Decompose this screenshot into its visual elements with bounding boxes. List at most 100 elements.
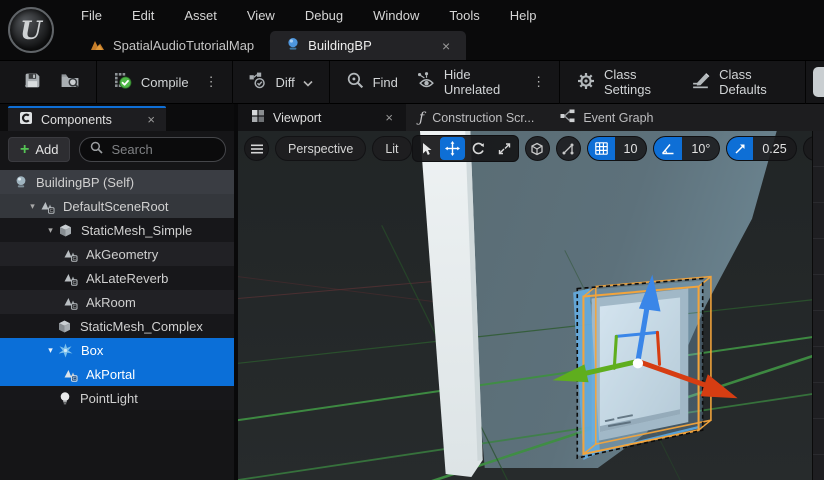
find-icon [346, 71, 365, 93]
find-button[interactable]: Find [337, 66, 407, 98]
rotation-snap-value: 10° [682, 137, 719, 160]
scene-component-icon: C [62, 246, 79, 262]
tree-row-box[interactable]: ▾ Box [0, 338, 234, 362]
viewport-tab-strip: Viewport × ƒ Construction Scr... Event G… [238, 104, 824, 131]
toolbar-divider [805, 61, 806, 104]
toolbar-divider [232, 61, 233, 104]
scene-component-icon: C [62, 366, 79, 382]
class-defaults-button[interactable]: Class Defaults [682, 66, 798, 98]
world-local-gizmo-button[interactable] [525, 136, 550, 161]
lit-dropdown[interactable]: Lit [372, 136, 411, 161]
tab-viewport[interactable]: Viewport × [238, 104, 406, 131]
tree-row-pointlight[interactable]: PointLight [0, 386, 234, 410]
component-search-box[interactable] [79, 137, 226, 162]
tree-row-label: BuildingBP (Self) [36, 175, 134, 190]
tree-row-aklatereverb[interactable]: C AkLateReverb [0, 266, 234, 290]
save-button[interactable] [14, 66, 51, 98]
rotation-snap-control[interactable]: 10° [653, 136, 720, 161]
tab-spatial-audio-tutorial-map[interactable]: SpatialAudioTutorialMap [74, 31, 270, 60]
tree-row-staticmesh-simple[interactable]: ▾ StaticMesh_Simple [0, 218, 234, 242]
close-tab-icon[interactable]: × [418, 38, 450, 54]
class-settings-label: Class Settings [604, 67, 673, 97]
scene-component-icon: C [39, 198, 56, 214]
scale-tool-button[interactable] [492, 137, 517, 160]
viewport-options-menu-button[interactable] [244, 136, 269, 161]
gizmo-plane-handle[interactable] [614, 336, 616, 368]
menu-help[interactable]: Help [495, 8, 552, 23]
tree-row-akgeometry[interactable]: C AkGeometry [0, 242, 234, 266]
tab-event-graph[interactable]: Event Graph [547, 104, 666, 131]
3d-viewport-scene[interactable]: Perspective Lit [238, 131, 824, 480]
toolbar-divider [559, 61, 560, 104]
scale-icon [498, 142, 511, 155]
close-panel-icon[interactable]: × [147, 112, 155, 127]
compile-options-kebab-icon[interactable]: ⋮ [198, 74, 225, 90]
rotate-tool-button[interactable] [466, 137, 491, 160]
tree-row-akportal[interactable]: C AkPortal [0, 362, 234, 386]
unreal-engine-logo-icon[interactable]: U [8, 7, 54, 53]
scale-snap-control[interactable]: 0.25 [726, 136, 796, 161]
save-icon [23, 71, 42, 93]
select-tool-button[interactable] [414, 137, 439, 160]
menu-tools[interactable]: Tools [434, 8, 494, 23]
tree-row-defaultsceneroot[interactable]: ▾ C DefaultSceneRoot [0, 194, 234, 218]
tree-row-buildingbp-self[interactable]: BuildingBP (Self) [0, 170, 234, 194]
gizmo-center-handle[interactable] [633, 358, 643, 368]
right-panel-sliver [812, 131, 824, 480]
menu-view[interactable]: View [232, 8, 290, 23]
compile-label: Compile [141, 75, 189, 90]
viewport-toolbar-overlay: Perspective Lit [244, 135, 807, 162]
3d-world-render[interactable] [238, 131, 824, 480]
menu-debug[interactable]: Debug [290, 8, 358, 23]
menu-edit[interactable]: Edit [117, 8, 169, 23]
level-icon [90, 38, 105, 54]
rotate-icon [471, 142, 485, 156]
diff-icon [248, 71, 267, 93]
scene-component-icon: C [62, 270, 79, 286]
grid-snap-control[interactable]: 10 [587, 136, 648, 161]
move-tool-button[interactable] [440, 137, 465, 160]
grid-snap-icon [588, 137, 615, 160]
diff-label: Diff [275, 75, 294, 90]
scale-snap-icon [727, 137, 753, 160]
tab-construction-script[interactable]: ƒ Construction Scr... [406, 104, 547, 131]
expand-arrow-icon[interactable]: ▾ [44, 225, 57, 236]
component-tree: BuildingBP (Self) ▾ C DefaultSceneRoot ▾… [0, 170, 234, 410]
perspective-dropdown[interactable]: Perspective [275, 136, 366, 161]
components-tab-strip: Components × [0, 104, 234, 131]
expand-arrow-icon[interactable]: ▾ [44, 345, 57, 356]
hide-unrelated-label: Hide Unrelated [444, 67, 516, 97]
world-gizmo-icon [530, 142, 544, 156]
surface-snapping-button[interactable] [556, 136, 581, 161]
perspective-label: Perspective [288, 142, 353, 156]
hide-unrelated-options-kebab-icon[interactable]: ⋮ [525, 74, 552, 90]
tree-row-label: PointLight [80, 391, 138, 406]
tree-row-staticmesh-complex[interactable]: StaticMesh_Complex [0, 314, 234, 338]
menu-window[interactable]: Window [358, 8, 434, 23]
tree-row-akroom[interactable]: C AkRoom [0, 290, 234, 314]
add-label: Add [35, 142, 58, 157]
add-component-button[interactable]: + Add [8, 137, 70, 162]
search-input[interactable] [111, 142, 215, 157]
class-defaults-label: Class Defaults [719, 67, 789, 97]
hide-unrelated-button[interactable]: Hide Unrelated [407, 66, 525, 98]
tree-row-label: StaticMesh_Simple [81, 223, 192, 238]
close-tab-icon[interactable]: × [367, 110, 393, 125]
menu-asset[interactable]: Asset [169, 8, 232, 23]
lit-label: Lit [385, 142, 398, 156]
menu-file[interactable]: File [66, 8, 117, 23]
diff-button[interactable]: Diff [239, 66, 321, 98]
expand-arrow-icon[interactable]: ▾ [26, 201, 39, 212]
browse-asset-button[interactable] [51, 66, 89, 98]
tab-building-bp[interactable]: BuildingBP × [270, 31, 466, 60]
simulation-button-partial[interactable] [813, 67, 824, 97]
class-settings-button[interactable]: Class Settings [567, 66, 682, 98]
angle-snap-icon [654, 137, 682, 160]
tab-components[interactable]: Components × [8, 106, 166, 131]
tree-row-label: AkGeometry [86, 247, 158, 262]
gizmo-plane-handle[interactable] [657, 332, 659, 364]
components-icon [19, 111, 33, 128]
components-panel: Components × + Add [0, 104, 238, 480]
compile-button[interactable]: Compile [104, 66, 198, 98]
chevron-down-icon [303, 75, 313, 90]
